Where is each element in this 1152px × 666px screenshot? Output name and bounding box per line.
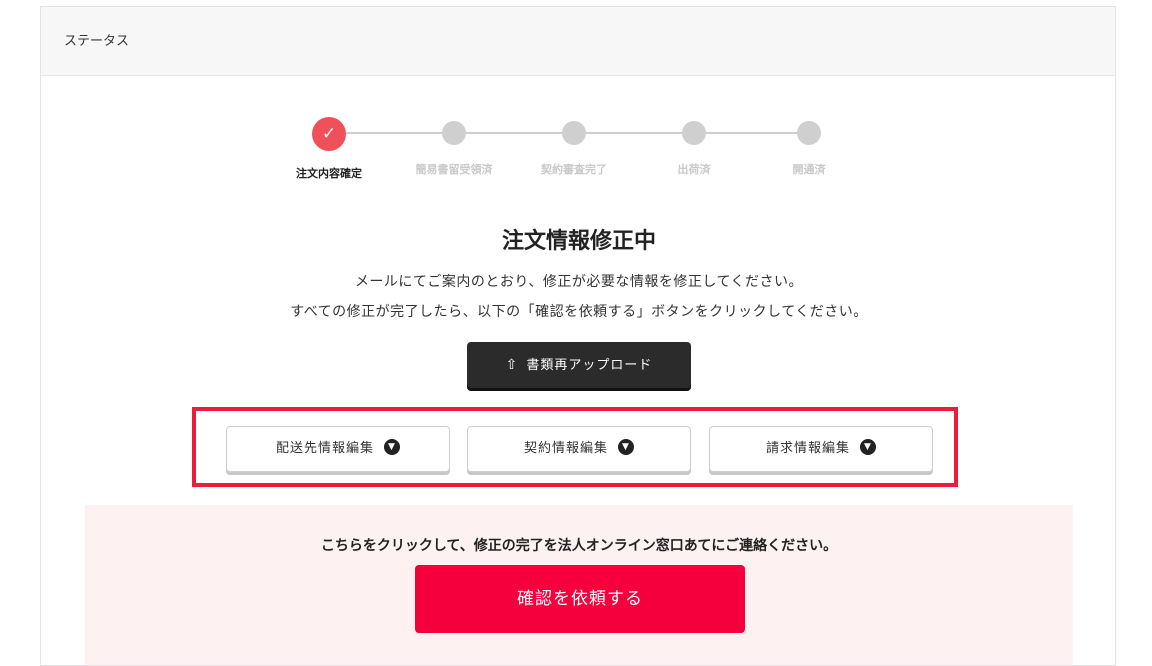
upload-icon: ⇧	[505, 357, 519, 373]
confirmation-notice: こちらをクリックして、修正の完了を法人オンライン窓口あてにご連絡ください。 確認…	[85, 505, 1073, 665]
chevron-down-circle-icon: ▼	[860, 438, 876, 455]
reupload-documents-label: 書類再アップロード	[526, 358, 653, 373]
edit-billing-info-label: 請求情報編集	[765, 441, 850, 456]
chevron-down-circle-icon: ▼	[618, 438, 634, 455]
step-label: 注文内容確定	[296, 167, 362, 180]
status-description-line1: メールにてご案内のとおり、修正が必要な情報を修正してください。	[354, 274, 804, 290]
edit-contract-info-label: 契約情報編集	[523, 441, 608, 456]
step-label: 出荷済	[677, 163, 711, 176]
step-dot-icon	[442, 121, 466, 145]
status-title: 注文情報修正中	[501, 229, 656, 254]
notice-text: こちらをクリックして、修正の完了を法人オンライン窓口あてにご連絡ください。	[320, 538, 838, 554]
chevron-down-circle-icon: ▼	[384, 438, 400, 455]
step-order-confirmed: ✓ 注文内容確定	[269, 117, 389, 181]
status-description-line2: すべての修正が完了したら、以下の「確認を依頼する」ボタンをクリックしてください。	[290, 304, 868, 320]
step-activated: 開通済	[749, 117, 869, 177]
edit-contract-info-button[interactable]: 契約情報編集 ▼	[467, 426, 691, 472]
request-confirmation-button[interactable]: 確認を依頼する	[415, 565, 745, 633]
check-icon: ✓	[312, 117, 346, 151]
step-shipped: 出荷済	[634, 117, 754, 177]
reupload-documents-button[interactable]: ⇧ 書類再アップロード	[467, 342, 691, 388]
step-dot-icon	[797, 121, 821, 145]
order-progress-stepper: ✓ 注文内容確定 簡易書留受領済 契約審査完了 出荷済 開通済	[269, 117, 889, 187]
edit-shipping-info-label: 配送先情報編集	[275, 441, 374, 456]
card-header: ステータス	[41, 7, 1115, 76]
card-header-title: ステータス	[64, 34, 130, 49]
step-label: 簡易書留受領済	[415, 163, 493, 176]
edit-shipping-info-button[interactable]: 配送先情報編集 ▼	[226, 426, 450, 472]
step-registered-mail-received: 簡易書留受領済	[394, 117, 514, 177]
step-dot-icon	[562, 121, 586, 145]
edit-billing-info-button[interactable]: 請求情報編集 ▼	[709, 426, 933, 472]
step-contract-review-complete: 契約審査完了	[514, 117, 634, 177]
step-label: 開通済	[792, 163, 826, 176]
step-dot-icon	[682, 121, 706, 145]
step-label: 契約審査完了	[541, 163, 607, 176]
status-card: ステータス ✓ 注文内容確定 簡易書留受領済 契約審査完了 出荷済 開通済 注文…	[40, 6, 1116, 666]
